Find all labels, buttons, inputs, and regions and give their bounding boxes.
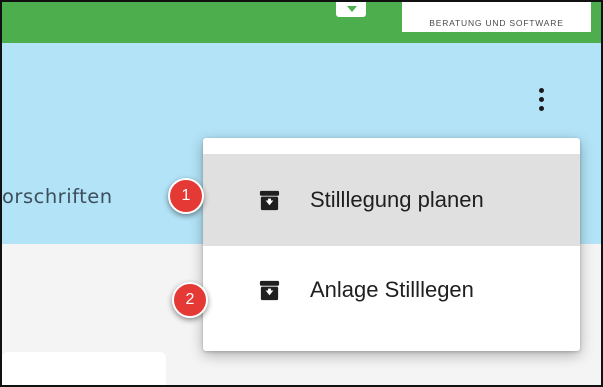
menu-item-label: Stilllegung planen — [310, 187, 484, 212]
screenshot-frame: BERATUNG UND SOFTWARE orschriften Stilll… — [0, 0, 603, 387]
kebab-dot — [538, 87, 544, 93]
kebab-dot — [538, 105, 544, 111]
logo-tagline: BERATUNG UND SOFTWARE — [402, 2, 591, 32]
download-box-icon — [336, 2, 366, 17]
menu-item-label: Anlage Stilllegen — [310, 277, 474, 302]
archive-box-icon — [259, 190, 280, 210]
menu-item-anlage-stilllegen[interactable]: Anlage Stilllegen — [203, 244, 580, 336]
content-card — [2, 352, 166, 385]
more-vert-icon[interactable] — [531, 82, 551, 116]
annotation-badge-2: 2 — [172, 282, 208, 318]
menu-item-stilllegung-planen[interactable]: Stilllegung planen — [203, 154, 580, 246]
annotation-badge-1: 1 — [168, 178, 204, 214]
kebab-dot — [538, 96, 544, 102]
actions-menu: Stilllegung planen Anlage Stilllegen — [203, 138, 580, 351]
top-brand-bar: BERATUNG UND SOFTWARE — [2, 2, 601, 43]
page-title: orschriften — [2, 185, 113, 208]
archive-box-icon — [259, 280, 280, 300]
